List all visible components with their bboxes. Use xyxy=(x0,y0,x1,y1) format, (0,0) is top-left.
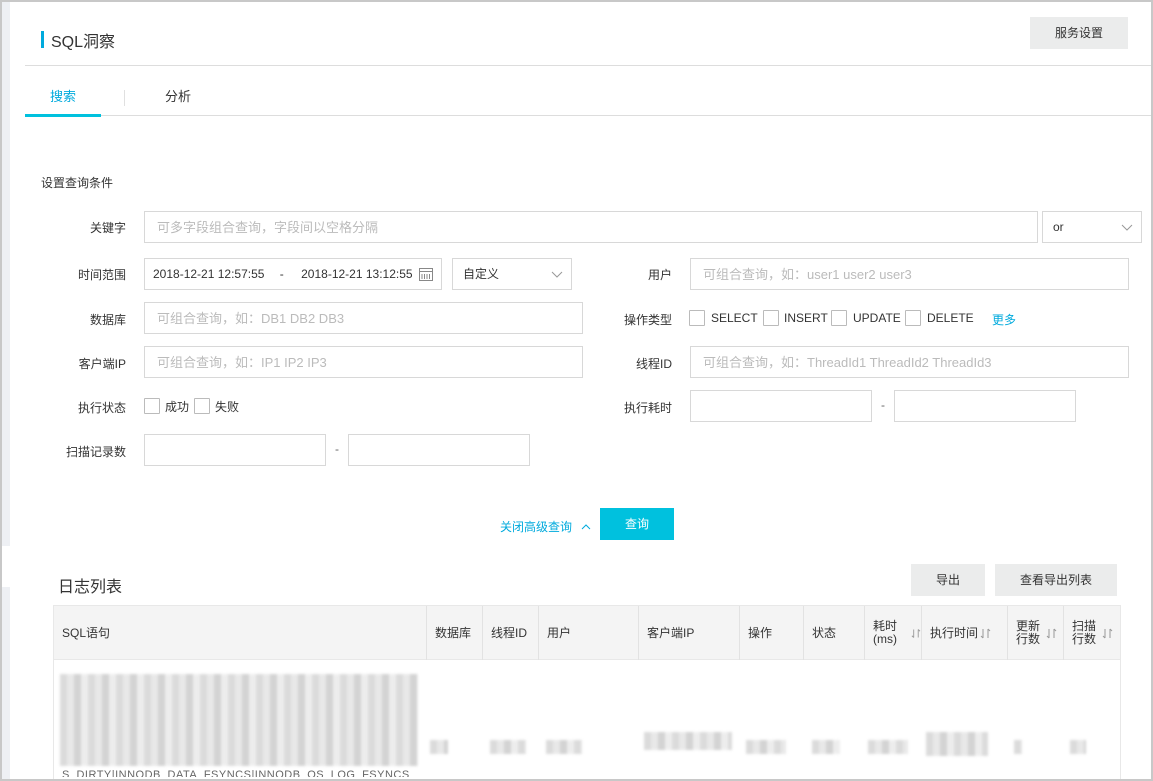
sql-text-fragment: S_DIRTY|INNODB_DATA_FSYNCS|INNODB_OS_LOG… xyxy=(62,769,410,777)
toggle-advanced-query-label: 关闭高级查询 xyxy=(500,520,573,534)
redacted-cell xyxy=(644,732,732,750)
tab-search[interactable]: 搜索 xyxy=(25,66,101,117)
query-button[interactable]: 查询 xyxy=(600,508,674,540)
redacted-cell xyxy=(1014,740,1022,754)
database-input[interactable] xyxy=(144,302,583,334)
checkbox-delete[interactable] xyxy=(905,310,921,326)
left-rail xyxy=(2,2,10,779)
tab-analysis[interactable]: 分析 xyxy=(153,66,203,116)
column-thread-id: 线程ID xyxy=(483,606,539,660)
column-updated-rows[interactable]: 更新行数 xyxy=(1008,606,1064,660)
client-ip-label: 客户端IP xyxy=(78,357,126,371)
toggle-advanced-query-link[interactable]: 关闭高级查询 xyxy=(500,518,591,535)
column-operation: 操作 xyxy=(740,606,804,660)
checkbox-update-label: UPDATE xyxy=(853,311,901,325)
keyword-input[interactable] xyxy=(144,211,1038,243)
sort-icon[interactable] xyxy=(980,628,991,639)
app-frame: SQL洞察 服务设置 搜索 分析 设置查询条件 关键字 or 时间范围 2018… xyxy=(2,2,1151,779)
client-ip-input[interactable] xyxy=(144,346,583,378)
checkbox-insert-label: INSERT xyxy=(784,311,828,325)
page-header: SQL洞察 服务设置 xyxy=(25,2,1151,66)
checkbox-delete-label: DELETE xyxy=(927,311,974,325)
checkbox-select-label: SELECT xyxy=(711,311,758,325)
redacted-cell xyxy=(926,732,988,756)
table-header: SQL语句 数据库 线程ID 用户 客户端IP 操作 状态 耗时(ms) 执行时… xyxy=(54,606,1120,660)
column-exec-time[interactable]: 执行时间 xyxy=(922,606,1008,660)
user-input[interactable] xyxy=(690,258,1129,290)
view-export-list-button[interactable]: 查看导出列表 xyxy=(995,564,1117,596)
date-separator: - xyxy=(279,267,284,281)
checkbox-failed-label: 失败 xyxy=(215,400,240,414)
operation-type-label: 操作类型 xyxy=(623,313,672,327)
checkbox-failed[interactable] xyxy=(194,398,210,414)
redacted-cell xyxy=(1070,740,1086,754)
thread-id-label: 线程ID xyxy=(635,357,672,371)
checkbox-insert[interactable] xyxy=(763,310,779,326)
scan-rows-label: 扫描记录数 xyxy=(65,445,126,459)
database-label: 数据库 xyxy=(89,313,126,327)
date-start: 2018-12-21 12:57:55 xyxy=(153,267,265,281)
scan-rows-min-input[interactable] xyxy=(144,434,326,466)
checkbox-select[interactable] xyxy=(689,310,705,326)
date-end: 2018-12-21 13:12:55 xyxy=(301,267,413,281)
column-status: 状态 xyxy=(804,606,865,660)
date-range-picker[interactable]: 2018-12-21 12:57:55 - 2018-12-21 13:12:5… xyxy=(144,258,442,290)
service-settings-button[interactable]: 服务设置 xyxy=(1030,17,1128,49)
title-accent-bar xyxy=(41,31,44,48)
section-label: 设置查询条件 xyxy=(41,176,114,190)
page-title: SQL洞察 xyxy=(51,34,116,51)
log-list-title: 日志列表 xyxy=(58,579,123,596)
redacted-cell xyxy=(490,740,526,754)
exec-status-label: 执行状态 xyxy=(77,401,126,415)
column-duration[interactable]: 耗时(ms) xyxy=(865,606,922,660)
export-button[interactable]: 导出 xyxy=(911,564,985,596)
chevron-down-icon xyxy=(551,271,563,278)
redacted-cell xyxy=(430,740,448,754)
user-label: 用户 xyxy=(647,268,672,282)
scan-rows-separator: - xyxy=(335,442,339,456)
sort-icon[interactable] xyxy=(1046,628,1057,639)
time-preset-select[interactable]: 自定义 xyxy=(452,258,572,290)
keyword-label: 关键字 xyxy=(89,221,126,235)
sort-icon[interactable] xyxy=(1102,628,1113,639)
column-user: 用户 xyxy=(539,606,639,660)
more-operations-link[interactable]: 更多 xyxy=(992,311,1016,328)
redacted-cell xyxy=(746,740,786,754)
tab-bar: 搜索 分析 xyxy=(25,66,1151,117)
scan-rows-max-input[interactable] xyxy=(348,434,530,466)
checkbox-update[interactable] xyxy=(831,310,847,326)
exec-duration-max-input[interactable] xyxy=(894,390,1076,422)
chevron-up-icon xyxy=(582,524,591,530)
time-range-label: 时间范围 xyxy=(77,268,126,282)
column-client-ip: 客户端IP xyxy=(639,606,740,660)
tab-divider xyxy=(124,90,125,106)
keyword-logic-select[interactable]: or xyxy=(1042,211,1142,243)
exec-duration-separator: - xyxy=(881,398,885,412)
exec-duration-min-input[interactable] xyxy=(690,390,872,422)
thread-id-input[interactable] xyxy=(690,346,1129,378)
exec-duration-label: 执行耗时 xyxy=(623,401,672,415)
checkbox-success[interactable] xyxy=(144,398,160,414)
calendar-icon[interactable] xyxy=(419,267,433,281)
column-database: 数据库 xyxy=(427,606,483,660)
chevron-down-icon xyxy=(1121,224,1133,231)
keyword-logic-value: or xyxy=(1053,220,1064,234)
redacted-sql-text xyxy=(60,674,418,766)
sort-icon[interactable] xyxy=(911,628,921,639)
checkbox-success-label: 成功 xyxy=(165,400,190,414)
redacted-cell xyxy=(812,740,840,754)
redacted-cell xyxy=(868,740,908,754)
redacted-cell xyxy=(546,740,582,754)
column-sql: SQL语句 xyxy=(54,606,427,660)
time-preset-value: 自定义 xyxy=(463,267,500,281)
column-scanned-rows[interactable]: 扫描行数 xyxy=(1064,606,1120,660)
